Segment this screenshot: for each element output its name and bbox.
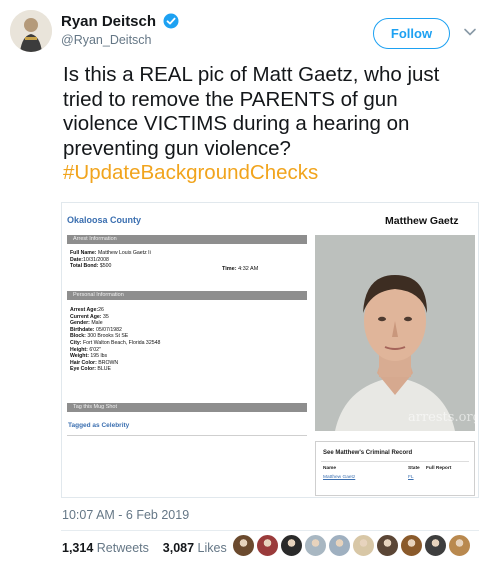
record-state-link: FL (408, 475, 414, 480)
mugshot-image (315, 235, 475, 431)
col-name: Name (323, 466, 337, 471)
follow-button[interactable]: Follow (373, 18, 450, 49)
arrest-time: Time: 4:32 AM (222, 266, 259, 272)
divider (321, 461, 469, 462)
col-state: State (408, 466, 420, 471)
avatar[interactable] (10, 10, 52, 52)
tweet-card: Ryan Deitsch @Ryan_Deitsch Follow Is thi… (0, 0, 490, 568)
hashtag-link[interactable]: #UpdateBackgroundChecks (63, 161, 478, 186)
verified-badge-icon (163, 13, 179, 29)
arrest-info-fields: Full Name: Matthew Louis Gaetz Ii Date:1… (70, 250, 151, 270)
divider (67, 435, 307, 436)
avatar-image (10, 10, 52, 52)
liker-avatar[interactable] (256, 534, 279, 557)
liker-avatars (232, 534, 472, 560)
liker-avatar[interactable] (376, 534, 399, 557)
liker-avatar[interactable] (448, 534, 471, 557)
tweet-text: Is this a REAL pic of Matt Gaetz, who ju… (63, 63, 478, 186)
liker-avatar[interactable] (424, 534, 447, 557)
tweet-timestamp[interactable]: 10:07 AM - 6 Feb 2019 (62, 508, 189, 522)
tweet-body: Is this a REAL pic of Matt Gaetz, who ju… (63, 63, 440, 160)
criminal-record-box: See Matthew's Criminal Record Name State… (315, 441, 475, 496)
mugshot-photo (315, 235, 475, 431)
arrest-info-header: Arrest Information (67, 235, 307, 244)
chevron-down-icon[interactable] (463, 25, 477, 39)
liker-avatar[interactable] (280, 534, 303, 557)
liker-avatar[interactable] (352, 534, 375, 557)
personal-info-header: Personal Information (67, 291, 307, 300)
mugshot-tag-header: Tag this Mug Shot (67, 403, 307, 412)
liker-avatar[interactable] (304, 534, 327, 557)
tweet-stats: 1,314 Retweets 3,087 Likes (62, 541, 227, 555)
record-title: See Matthew's Criminal Record (323, 450, 413, 456)
user-handle[interactable]: @Ryan_Deitsch (61, 33, 152, 47)
liker-avatar[interactable] (232, 534, 255, 557)
celebrity-tag: Tagged as Celebrity (68, 422, 130, 429)
liker-avatar[interactable] (328, 534, 351, 557)
col-report: Full Report (426, 466, 452, 471)
display-name[interactable]: Ryan Deitsch (61, 13, 156, 30)
retweets-stat[interactable]: 1,314 Retweets (62, 541, 149, 555)
likes-stat[interactable]: 3,087 Likes (163, 541, 227, 555)
county-label: Okaloosa County (67, 215, 142, 225)
watermark: arrests.org (408, 410, 479, 425)
divider (61, 530, 479, 531)
personal-info-fields: Arrest Age:26 Current Age: 35 Gender: Ma… (70, 307, 161, 373)
liker-avatar[interactable] (400, 534, 423, 557)
tweet-media-image[interactable]: Okaloosa County Matthew Gaetz Arrest Inf… (61, 202, 479, 498)
person-name-label: Matthew Gaetz (385, 215, 459, 227)
record-name-link: Matthew Gaetz (323, 475, 356, 480)
